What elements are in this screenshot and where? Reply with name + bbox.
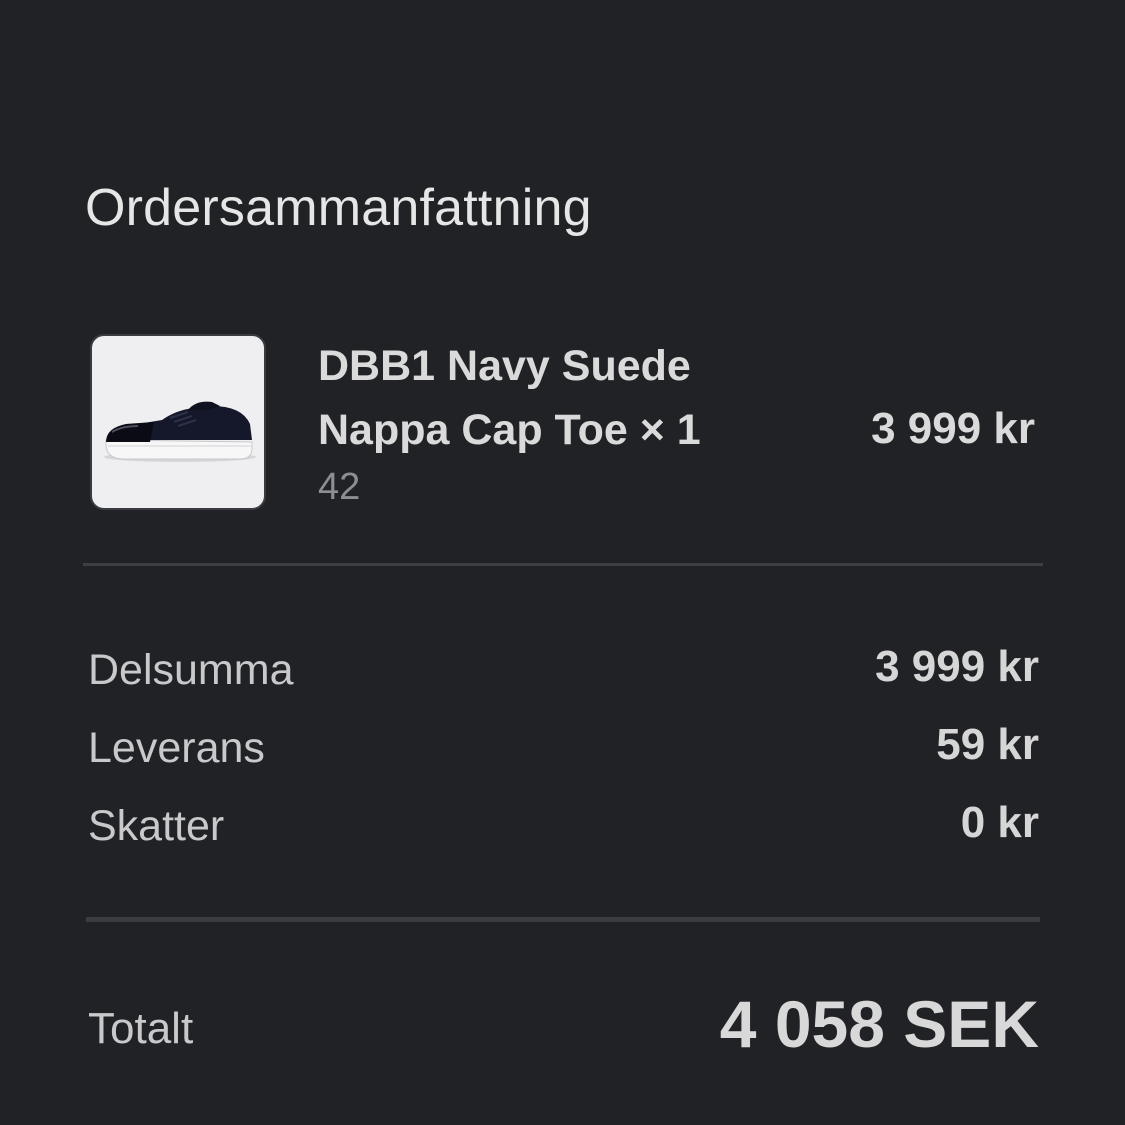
divider [86, 917, 1040, 922]
sneaker-icon [104, 401, 256, 462]
subtotal-label: Delsumma [88, 646, 294, 694]
total-value: 4 058 SEK [719, 987, 1039, 1061]
shipping-label: Leverans [88, 724, 265, 772]
taxes-label: Skatter [88, 802, 225, 850]
taxes-value: 0 kr [960, 798, 1039, 847]
order-summary-title: Ordersammanfattning [85, 179, 592, 237]
subtotal-value: 3 999 kr [875, 642, 1039, 691]
shipping-value: 59 kr [936, 720, 1039, 769]
divider [83, 563, 1043, 566]
product-size: 42 [318, 466, 361, 508]
total-label: Totalt [88, 1004, 194, 1053]
product-thumbnail [90, 334, 266, 510]
product-price: 3 999 kr [871, 404, 1035, 453]
order-summary-panel: Ordersammanfattning DBB1 Navy Suede Napp… [0, 0, 1125, 1125]
product-name: DBB1 Navy Suede Nappa Cap Toe × 1 [318, 342, 701, 454]
